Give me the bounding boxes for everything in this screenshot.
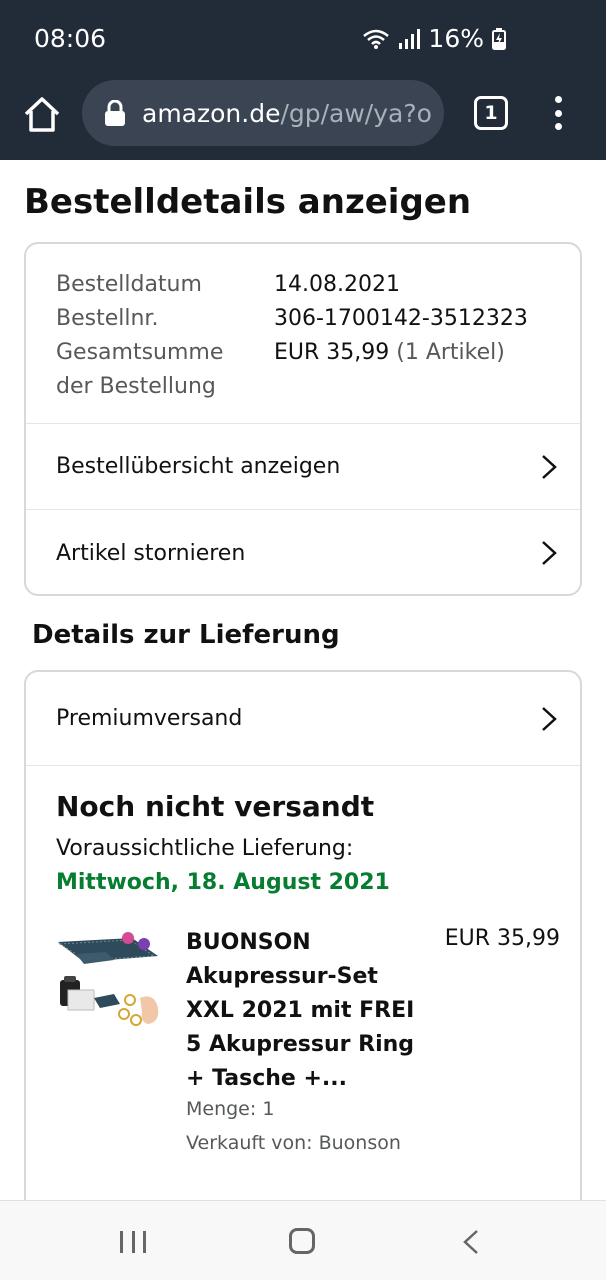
order-total-label: Gesamtsumme der Bestellung — [56, 336, 246, 404]
battery-percent: 16% — [428, 24, 484, 53]
order-date-value: 14.08.2021 — [274, 272, 400, 297]
status-indicators: 16% — [362, 24, 506, 53]
view-order-summary-link[interactable]: Bestellübersicht anzeigen — [26, 424, 580, 510]
order-total-label-line1: Gesamtsumme — [56, 340, 224, 365]
page-title: Bestelldetails anzeigen — [24, 182, 472, 222]
cancel-items-label: Artikel stornieren — [56, 540, 246, 566]
chevron-right-icon — [542, 706, 557, 731]
order-number-value: 306-1700142-3512323 — [274, 306, 528, 331]
cancel-items-link[interactable]: Artikel stornieren — [26, 510, 580, 594]
url-host: amazon.de — [142, 98, 281, 128]
eta-label: Voraussichtliche Lieferung: — [56, 836, 354, 861]
home-nav-icon[interactable] — [289, 1228, 315, 1254]
product-quantity: Menge: 1 — [186, 1098, 275, 1120]
delivery-card: Premiumversand Noch nicht versandt Vorau… — [24, 670, 582, 1230]
view-order-summary-label: Bestellübersicht anzeigen — [56, 454, 341, 479]
order-summary: Bestelldatum 14.08.2021 Bestellnr. 306-1… — [26, 244, 580, 424]
url-bar[interactable]: amazon.de/gp/aw/ya?o — [82, 80, 444, 146]
status-time: 08:06 — [34, 24, 107, 53]
shipment-status: Noch nicht versandt — [56, 790, 375, 823]
order-number-label: Bestellnr. — [56, 306, 159, 331]
lock-icon — [105, 100, 125, 126]
system-navigation-bar — [0, 1200, 606, 1280]
chevron-right-icon — [542, 541, 557, 565]
order-date-label: Bestelldatum — [56, 272, 202, 297]
signal-icon — [399, 28, 421, 49]
browser-chrome: 08:06 16% amazon.de/gp/aw/ya?o 1 — [0, 0, 606, 160]
product-title-link[interactable]: BUONSON Akupressur-Set XXL 2021 mit FREI… — [186, 926, 432, 1096]
recent-apps-icon[interactable] — [120, 1231, 146, 1253]
delivery-section-title: Details zur Lieferung — [32, 620, 340, 650]
shipping-method-link[interactable]: Premiumversand — [26, 672, 580, 766]
order-total-amount: EUR 35,99 — [274, 340, 390, 365]
product-price: EUR 35,99 — [444, 926, 560, 951]
home-icon[interactable] — [20, 92, 64, 136]
eta-date: Mittwoch, 18. August 2021 — [56, 870, 390, 895]
tab-switcher-button[interactable]: 1 — [474, 96, 508, 130]
order-total-value: EUR 35,99 (1 Artikel) — [274, 336, 505, 370]
battery-charging-icon — [492, 27, 506, 50]
overflow-menu-icon[interactable] — [548, 96, 568, 130]
order-total-label-line2: der Bestellung — [56, 374, 216, 399]
product-seller: Verkauft von: Buonson — [186, 1132, 401, 1154]
order-summary-card: Bestelldatum 14.08.2021 Bestellnr. 306-1… — [24, 242, 582, 596]
chevron-right-icon — [542, 454, 557, 479]
shipping-method-label: Premiumversand — [56, 706, 243, 731]
back-icon[interactable] — [462, 1228, 480, 1256]
order-total-items: (1 Artikel) — [396, 340, 505, 365]
url-path: /gp/aw/ya?o — [280, 98, 432, 128]
product-image[interactable] — [54, 928, 164, 1038]
wifi-icon — [363, 29, 390, 49]
